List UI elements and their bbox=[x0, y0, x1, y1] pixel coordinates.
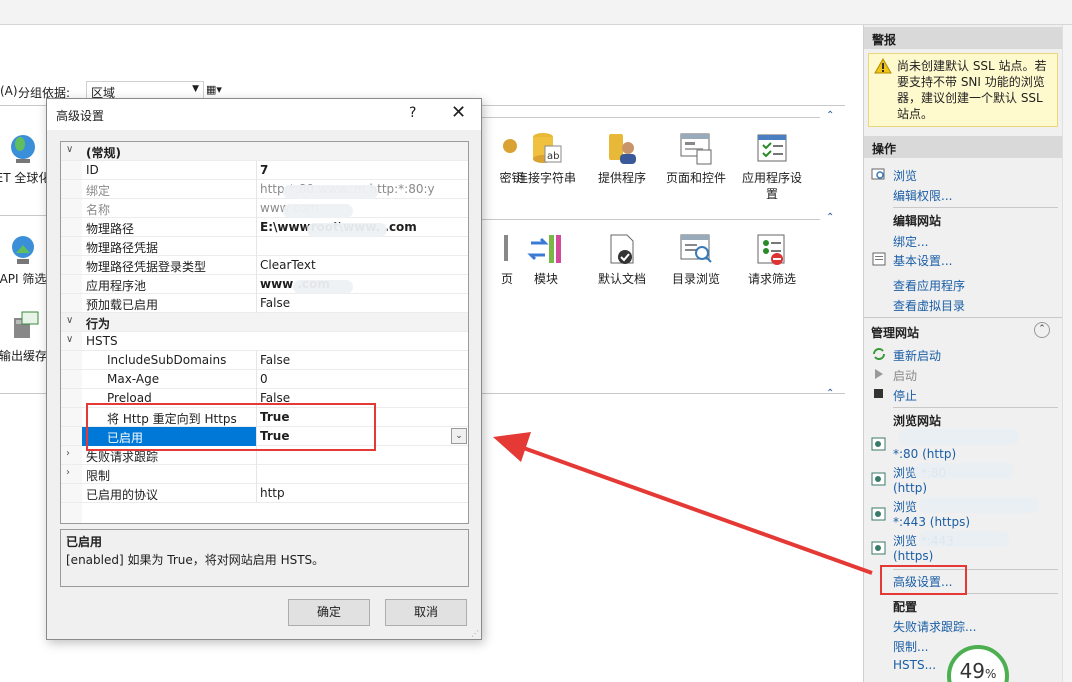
annotation-arrow bbox=[493, 432, 873, 575]
progress-unit: % bbox=[985, 667, 997, 681]
iis-manager-window: (A) 分组依据: 区域 ▼ ▦▾ ⌃ ⌃ ⌃ ET 全球化 密钥 bbox=[0, 0, 1072, 682]
progress-value: 49 bbox=[959, 659, 986, 682]
